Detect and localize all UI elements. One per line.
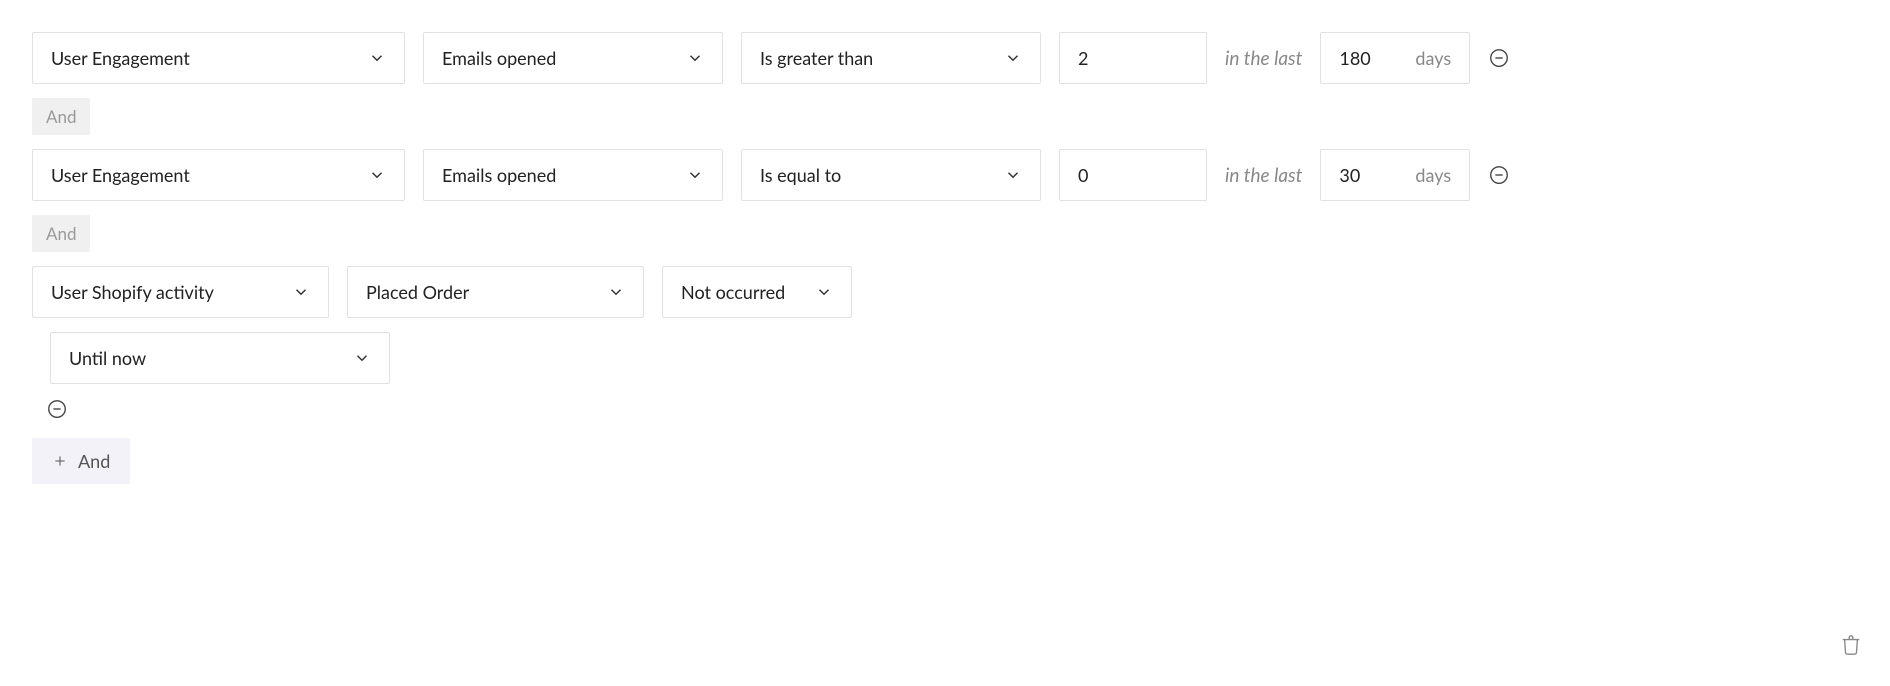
remove-rule-button[interactable] (1488, 47, 1510, 69)
days-field[interactable]: days (1320, 149, 1470, 201)
metric-select[interactable]: Emails opened (423, 32, 723, 84)
remove-rule-button[interactable] (46, 398, 68, 420)
and-connector: And (32, 98, 90, 135)
chevron-down-icon (353, 349, 371, 367)
delete-group-button[interactable] (1840, 634, 1862, 658)
chevron-down-icon (607, 283, 625, 301)
timeframe-label: Until now (69, 347, 146, 369)
chevron-down-icon (1004, 49, 1022, 67)
operator-select[interactable]: Is greater than (741, 32, 1041, 84)
operator-label: Is equal to (760, 164, 841, 186)
action-select[interactable]: Placed Order (347, 266, 644, 318)
filter-rule-continued: Until now (50, 332, 1858, 384)
chevron-down-icon (368, 49, 386, 67)
minus-circle-icon (1488, 47, 1510, 69)
add-and-button[interactable]: And (32, 438, 130, 484)
add-and-label: And (78, 450, 110, 472)
category-label: User Engagement (51, 47, 190, 69)
chevron-down-icon (1004, 166, 1022, 184)
chevron-down-icon (686, 166, 704, 184)
operator-label: Is greater than (760, 47, 873, 69)
days-suffix: days (1415, 47, 1451, 69)
trash-icon (1840, 634, 1862, 656)
operator-select[interactable]: Not occurred (662, 266, 852, 318)
filter-rule: User Engagement Emails opened Is equal t… (32, 149, 1858, 201)
metric-label: Emails opened (442, 47, 556, 69)
chevron-down-icon (815, 283, 833, 301)
and-connector: And (32, 215, 90, 252)
filter-rule: User Engagement Emails opened Is greater… (32, 32, 1858, 84)
category-select[interactable]: User Engagement (32, 32, 405, 84)
metric-select[interactable]: Emails opened (423, 149, 723, 201)
category-select[interactable]: User Shopify activity (32, 266, 329, 318)
days-suffix: days (1415, 164, 1451, 186)
category-select[interactable]: User Engagement (32, 149, 405, 201)
category-label: User Shopify activity (51, 281, 214, 303)
metric-label: Emails opened (442, 164, 556, 186)
remove-rule-button[interactable] (1488, 164, 1510, 186)
in-last-label: in the last (1225, 47, 1302, 70)
operator-select[interactable]: Is equal to (741, 149, 1041, 201)
value-input[interactable] (1059, 32, 1207, 84)
chevron-down-icon (368, 166, 386, 184)
category-label: User Engagement (51, 164, 190, 186)
minus-circle-icon (46, 398, 68, 420)
chevron-down-icon (686, 49, 704, 67)
minus-circle-icon (1488, 164, 1510, 186)
timeframe-select[interactable]: Until now (50, 332, 390, 384)
operator-label: Not occurred (681, 281, 785, 303)
action-label: Placed Order (366, 281, 469, 303)
filter-rule: User Shopify activity Placed Order Not o… (32, 266, 1858, 318)
value-input[interactable] (1059, 149, 1207, 201)
days-input[interactable] (1321, 150, 1401, 200)
in-last-label: in the last (1225, 164, 1302, 187)
chevron-down-icon (292, 283, 310, 301)
days-field[interactable]: days (1320, 32, 1470, 84)
plus-icon (52, 453, 68, 469)
days-input[interactable] (1321, 33, 1401, 83)
